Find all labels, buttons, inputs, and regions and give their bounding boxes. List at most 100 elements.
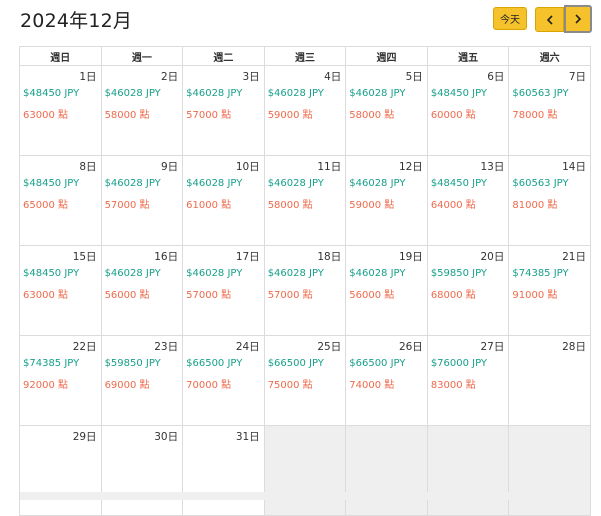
day-cell[interactable]: 6日 $48450 JPY 60000 點 [426,65,510,156]
day-cell[interactable]: 1日 $48450 JPY 63000 點 [19,65,102,156]
room-price: $46028 JPY [186,178,243,189]
day-number: 28日 [562,341,586,353]
reward-points: 63000 點 [23,110,68,121]
room-price: $48450 JPY [23,88,80,99]
room-price: $48450 JPY [23,268,80,279]
month-calendar-grid: 週日 週一 週二 週三 週四 週五 週六 1日 $48450 JPY 63000 點… [19,46,591,516]
reward-points: 58000 點 [349,110,395,121]
week-row: 1日 $48450 JPY 63000 點 2日 $46028 JPY 58000 點 3日… [19,65,591,156]
week-row: 15日 $48450 JPY 63000 點 16日 $46028 JPY 56000 點… [19,245,591,336]
day-cell[interactable]: 3日 $46028 JPY 57000 點 [182,65,265,156]
day-cell[interactable]: 7日 $60563 JPY 78000 點 [508,65,591,156]
day-cell[interactable]: 18日 $46028 JPY 57000 點 [263,245,347,336]
reward-points: 61000 點 [186,200,232,211]
next-month-button[interactable] [564,5,592,33]
room-price: $46028 JPY [349,178,406,189]
room-price: $66500 JPY [349,358,406,369]
day-cell[interactable]: 13日 $48450 JPY 64000 點 [426,155,510,246]
day-number: 20日 [480,251,505,263]
day-number: 17日 [235,251,260,263]
reward-points: 56000 點 [104,290,150,301]
room-price: $48450 JPY [430,88,488,99]
chevron-left-icon [546,14,553,25]
day-cell[interactable]: 14日 $60563 JPY 81000 點 [508,155,591,246]
weekday-header-row: 週日 週一 週二 週三 週四 週五 週六 [19,46,591,66]
day-number: 21日 [562,251,586,263]
calendar-header: 2024年12月 今天 [0,0,601,44]
day-number: 13日 [480,161,505,173]
room-price: $74385 JPY [512,268,569,279]
day-cell[interactable]: 4日 $46028 JPY 59000 點 [263,65,347,156]
prev-month-button[interactable] [535,7,564,32]
reward-points: 59000 點 [349,200,395,211]
room-price: $46028 JPY [186,268,243,279]
empty-day-cell [426,425,510,516]
room-price: $66500 JPY [267,358,324,369]
day-number: 27日 [480,341,505,353]
day-cell[interactable]: 5日 $46028 JPY 58000 點 [345,65,428,156]
weekday-sat: 週六 [508,46,591,66]
day-cell[interactable]: 24日 $66500 JPY 70000 點 [182,335,265,426]
day-cell[interactable]: 11日 $46028 JPY 58000 點 [263,155,347,246]
reward-points: 60000 點 [430,110,476,121]
day-cell[interactable]: 19日 $46028 JPY 56000 點 [345,245,428,336]
day-cell[interactable]: 2日 $46028 JPY 58000 點 [100,65,184,156]
reward-points: 69000 點 [104,380,150,391]
today-button[interactable]: 今天 [493,7,527,30]
day-cell[interactable]: 21日 $74385 JPY 91000 點 [508,245,591,336]
reward-points: 57000 點 [186,290,232,301]
day-cell[interactable]: 22日 $74385 JPY 92000 點 [19,335,102,426]
day-number: 10日 [235,161,260,173]
reward-points: 75000 點 [267,380,313,391]
day-number: 18日 [317,251,342,263]
day-cell[interactable]: 27日 $76000 JPY 83000 點 [426,335,510,426]
reward-points: 57000 點 [186,110,232,121]
day-cell[interactable]: 26日 $66500 JPY 74000 點 [345,335,428,426]
day-cell[interactable]: 9日 $46028 JPY 57000 點 [100,155,184,246]
room-price: $48450 JPY [23,178,80,189]
day-cell[interactable]: 28日 [508,335,591,426]
day-number: 23日 [154,341,179,353]
weekday-wed: 週三 [263,46,347,66]
room-price: $74385 JPY [23,358,80,369]
chevron-right-icon [575,14,582,24]
day-number: 3日 [242,71,260,83]
day-cell[interactable]: 25日 $66500 JPY 75000 點 [263,335,347,426]
day-cell[interactable]: 12日 $46028 JPY 59000 點 [345,155,428,246]
empty-day-cell [263,425,347,516]
empty-day-cell [508,425,591,516]
day-number: 1日 [79,71,97,83]
day-number: 24日 [235,341,260,353]
room-price: $46028 JPY [267,178,324,189]
day-cell[interactable]: 15日 $48450 JPY 63000 點 [19,245,102,336]
day-number: 16日 [154,251,179,263]
reward-points: 83000 點 [430,380,476,391]
day-cell[interactable]: 20日 $59850 JPY 68000 點 [426,245,510,336]
day-number: 30日 [154,431,179,443]
day-number: 19日 [398,251,423,263]
weekday-sun: 週日 [19,46,102,66]
day-number: 2日 [160,71,179,83]
reward-points: 74000 點 [349,380,395,391]
day-number: 7日 [568,71,586,83]
month-title: 2024年12月 [20,10,133,32]
day-cell[interactable]: 30日 [100,425,184,516]
day-number: 31日 [235,431,260,443]
day-cell[interactable]: 10日 $46028 JPY 61000 點 [182,155,265,246]
day-cell[interactable]: 23日 $59850 JPY 69000 點 [100,335,184,426]
reward-points: 58000 點 [104,110,150,121]
day-number: 9日 [160,161,179,173]
reward-points: 68000 點 [430,290,476,301]
day-cell[interactable]: 31日 [182,425,265,516]
room-price: $46028 JPY [349,88,406,99]
day-cell[interactable]: 29日 [19,425,102,516]
day-cell[interactable]: 16日 $46028 JPY 56000 點 [100,245,184,336]
weekday-tue: 週二 [182,46,265,66]
reward-points: 56000 點 [349,290,395,301]
day-cell[interactable]: 8日 $48450 JPY 65000 點 [19,155,102,246]
day-number: 4日 [324,71,342,83]
day-cell[interactable]: 17日 $46028 JPY 57000 點 [182,245,265,336]
reward-points: 59000 點 [267,110,313,121]
week-row: 22日 $74385 JPY 92000 點 23日 $59850 JPY 69000 點… [19,335,591,426]
weekday-mon: 週一 [100,46,184,66]
